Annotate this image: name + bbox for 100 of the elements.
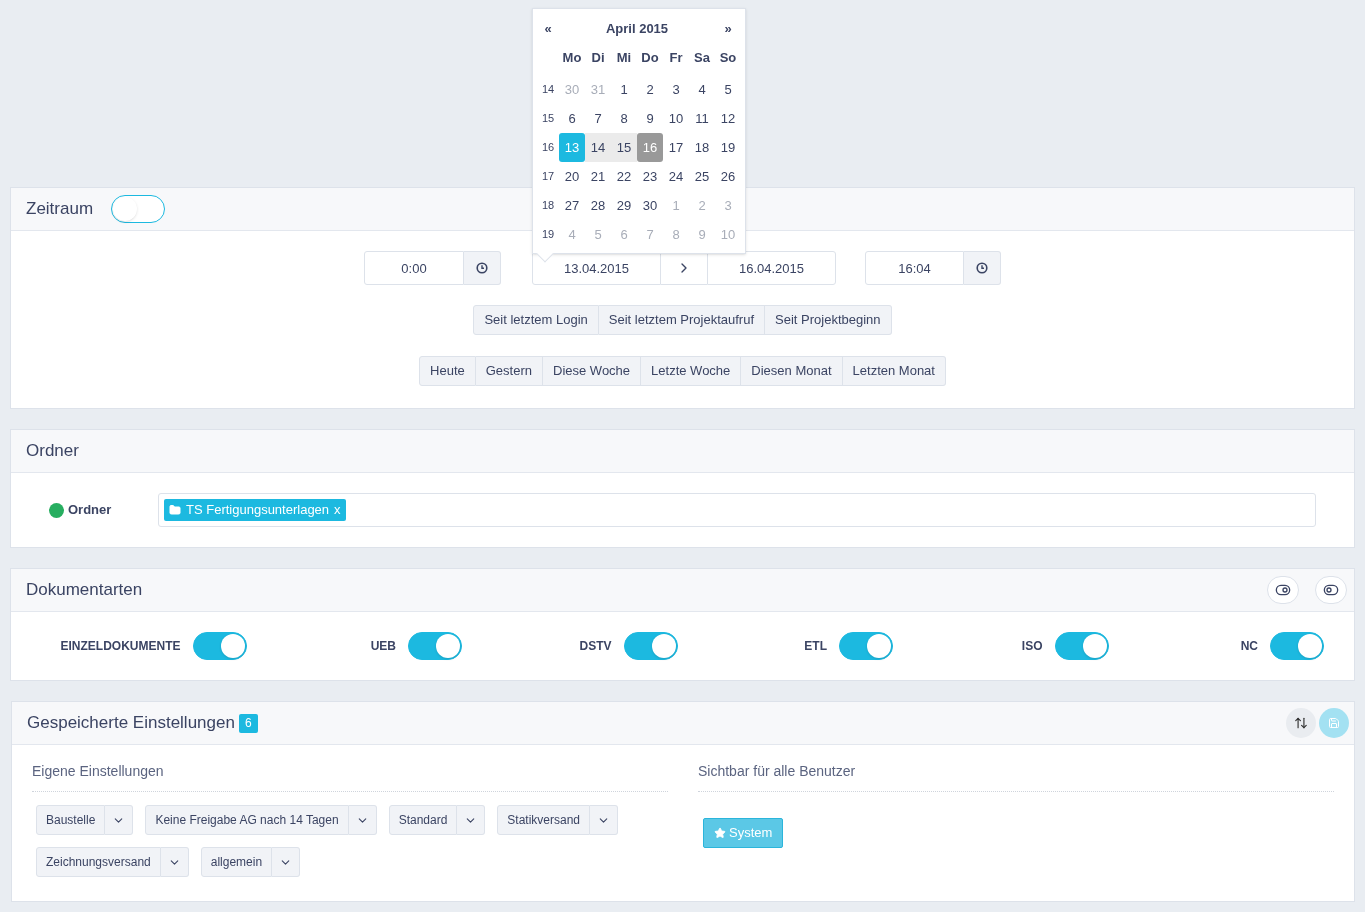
toggle-switch[interactable] — [839, 632, 893, 660]
document-type-label: ETL — [803, 638, 828, 655]
document-type-label: NC — [1239, 638, 1259, 655]
setting-menu-button[interactable] — [457, 805, 486, 835]
quick-range-button[interactable]: Letzten Monat — [842, 356, 946, 386]
quick-range-button[interactable]: Heute — [419, 356, 476, 386]
quick-range-button[interactable]: Seit letztem Login — [473, 305, 599, 335]
calendar-day[interactable]: 1 — [611, 75, 637, 104]
toggle-all-on-button[interactable] — [1267, 576, 1299, 604]
folder-icon — [169, 504, 181, 516]
clock-icon — [976, 262, 988, 274]
weekday-label: Fr — [668, 49, 684, 68]
saved-setting-button[interactable]: Baustelle — [36, 805, 106, 835]
saved-setting-button[interactable]: Standard — [388, 805, 458, 835]
group-heading: Sichtbar für alle Benutzer — [698, 761, 1334, 792]
week-number: 19 — [540, 227, 556, 243]
saved-setting-button[interactable]: Keine Freigabe AG nach 14 Tagen — [145, 805, 349, 835]
calendar-day[interactable]: 11 — [689, 104, 715, 133]
toggle-switch[interactable] — [111, 195, 166, 223]
quick-range-button[interactable]: Letzte Woche — [641, 356, 742, 386]
week-number: 17 — [540, 169, 556, 185]
calendar-day[interactable]: 14 — [585, 133, 611, 162]
weekday-label: So — [718, 49, 738, 68]
calendar-day[interactable]: 2 — [637, 75, 663, 104]
group-heading: Eigene Einstellungen — [32, 761, 668, 792]
sort-button[interactable] — [1286, 708, 1316, 738]
toggle-switch[interactable] — [1270, 632, 1324, 660]
calendar-day[interactable]: 20 — [559, 162, 585, 191]
calendar-day[interactable]: 26 — [715, 162, 741, 191]
clock-icon — [476, 262, 488, 274]
weekday-label: Do — [640, 49, 660, 68]
calendar-day[interactable]: 5 — [715, 75, 741, 104]
end-time-field[interactable]: 16:04 — [865, 251, 964, 285]
calendar-day[interactable]: 12 — [715, 104, 741, 133]
week-number: 14 — [540, 82, 556, 98]
tag-label: TS Fertigungsunterlagen — [186, 501, 330, 520]
count-badge: 6 — [238, 713, 258, 733]
week-number: 15 — [540, 111, 556, 127]
calendar-day[interactable]: 25 — [689, 162, 715, 191]
section-title: Gespeicherte Einstellungen — [27, 712, 235, 735]
toggle-switch[interactable] — [192, 632, 247, 660]
quick-range-button[interactable]: Seit letztem Projektaufruf — [598, 305, 766, 335]
quick-range-button[interactable]: Diesen Monat — [741, 356, 843, 386]
calendar-day[interactable]: 27 — [559, 191, 585, 220]
calendar-day[interactable]: 10 — [663, 104, 689, 133]
calendar-day[interactable]: 18 — [689, 133, 715, 162]
sort-icon — [1294, 716, 1308, 730]
quick-range-button[interactable]: Gestern — [475, 356, 543, 386]
section-title: Dokumentarten — [26, 579, 144, 602]
calendar-day[interactable]: 29 — [611, 191, 637, 220]
setting-menu-button[interactable] — [272, 847, 301, 877]
setting-menu-button[interactable] — [590, 805, 619, 835]
document-type-label: EINZELDOKUMENTE — [59, 638, 182, 655]
saved-setting-button[interactable]: Zeichnungsversand — [36, 847, 161, 877]
toggle-all-off-button[interactable] — [1315, 576, 1347, 604]
document-type-label: DSTV — [578, 638, 613, 655]
calendar-day[interactable]: 7 — [585, 104, 611, 133]
end-date-field[interactable]: 16.04.2015 — [707, 251, 836, 285]
calendar-day[interactable]: 15 — [611, 133, 637, 162]
calendar-day[interactable]: 28 — [585, 191, 611, 220]
month-title[interactable]: April 2015 — [559, 19, 715, 39]
quick-range-button[interactable]: Seit Projektbeginn — [765, 305, 892, 335]
toggle-switch[interactable] — [408, 632, 462, 660]
document-type-label: ISO — [1020, 638, 1044, 655]
calendar-day[interactable]: 9 — [637, 104, 663, 133]
toggle-icon — [1275, 582, 1291, 598]
calendar-day[interactable]: 4 — [689, 75, 715, 104]
clock-button[interactable] — [464, 251, 501, 285]
weekday-label: Di — [590, 49, 606, 68]
next-month-button[interactable]: » — [715, 17, 741, 41]
calendar-day[interactable]: 3 — [663, 75, 689, 104]
saved-setting-button[interactable]: allgemein — [200, 847, 273, 877]
document-type-label: UEB — [369, 638, 397, 655]
previous-month-button[interactable]: « — [537, 17, 559, 41]
calendar-day[interactable]: 21 — [585, 162, 611, 191]
weekday-label: Mo — [561, 49, 583, 68]
weekday-label: Sa — [693, 49, 711, 68]
toggle-icon — [1323, 582, 1339, 598]
calendar-day[interactable]: 17 — [663, 133, 689, 162]
calendar-day[interactable]: 19 — [715, 133, 741, 162]
toggle-switch[interactable] — [623, 632, 678, 660]
calendar-day[interactable]: 24 — [663, 162, 689, 191]
clock-button[interactable] — [964, 251, 1001, 285]
start-time-field[interactable]: 0:00 — [364, 251, 464, 285]
calendar-day[interactable]: 6 — [559, 104, 585, 133]
quick-range-button[interactable]: Diese Woche — [543, 356, 642, 386]
week-number: 16 — [540, 140, 556, 156]
calendar-day[interactable]: 30 — [637, 191, 663, 220]
weekday-label: Mi — [615, 49, 633, 68]
calendar-day[interactable]: 22 — [611, 162, 637, 191]
saved-setting-button[interactable]: Statikversand — [497, 805, 591, 835]
week-number: 18 — [540, 198, 556, 214]
toggle-switch[interactable] — [1054, 632, 1109, 660]
section-title: Ordner — [26, 440, 79, 463]
star-icon — [714, 827, 726, 839]
calendar-day[interactable]: 23 — [637, 162, 663, 191]
save-icon — [1328, 717, 1340, 729]
field-label: Ordner — [68, 501, 113, 520]
setting-menu-button[interactable] — [105, 805, 134, 835]
calendar-day[interactable]: 8 — [611, 104, 637, 133]
